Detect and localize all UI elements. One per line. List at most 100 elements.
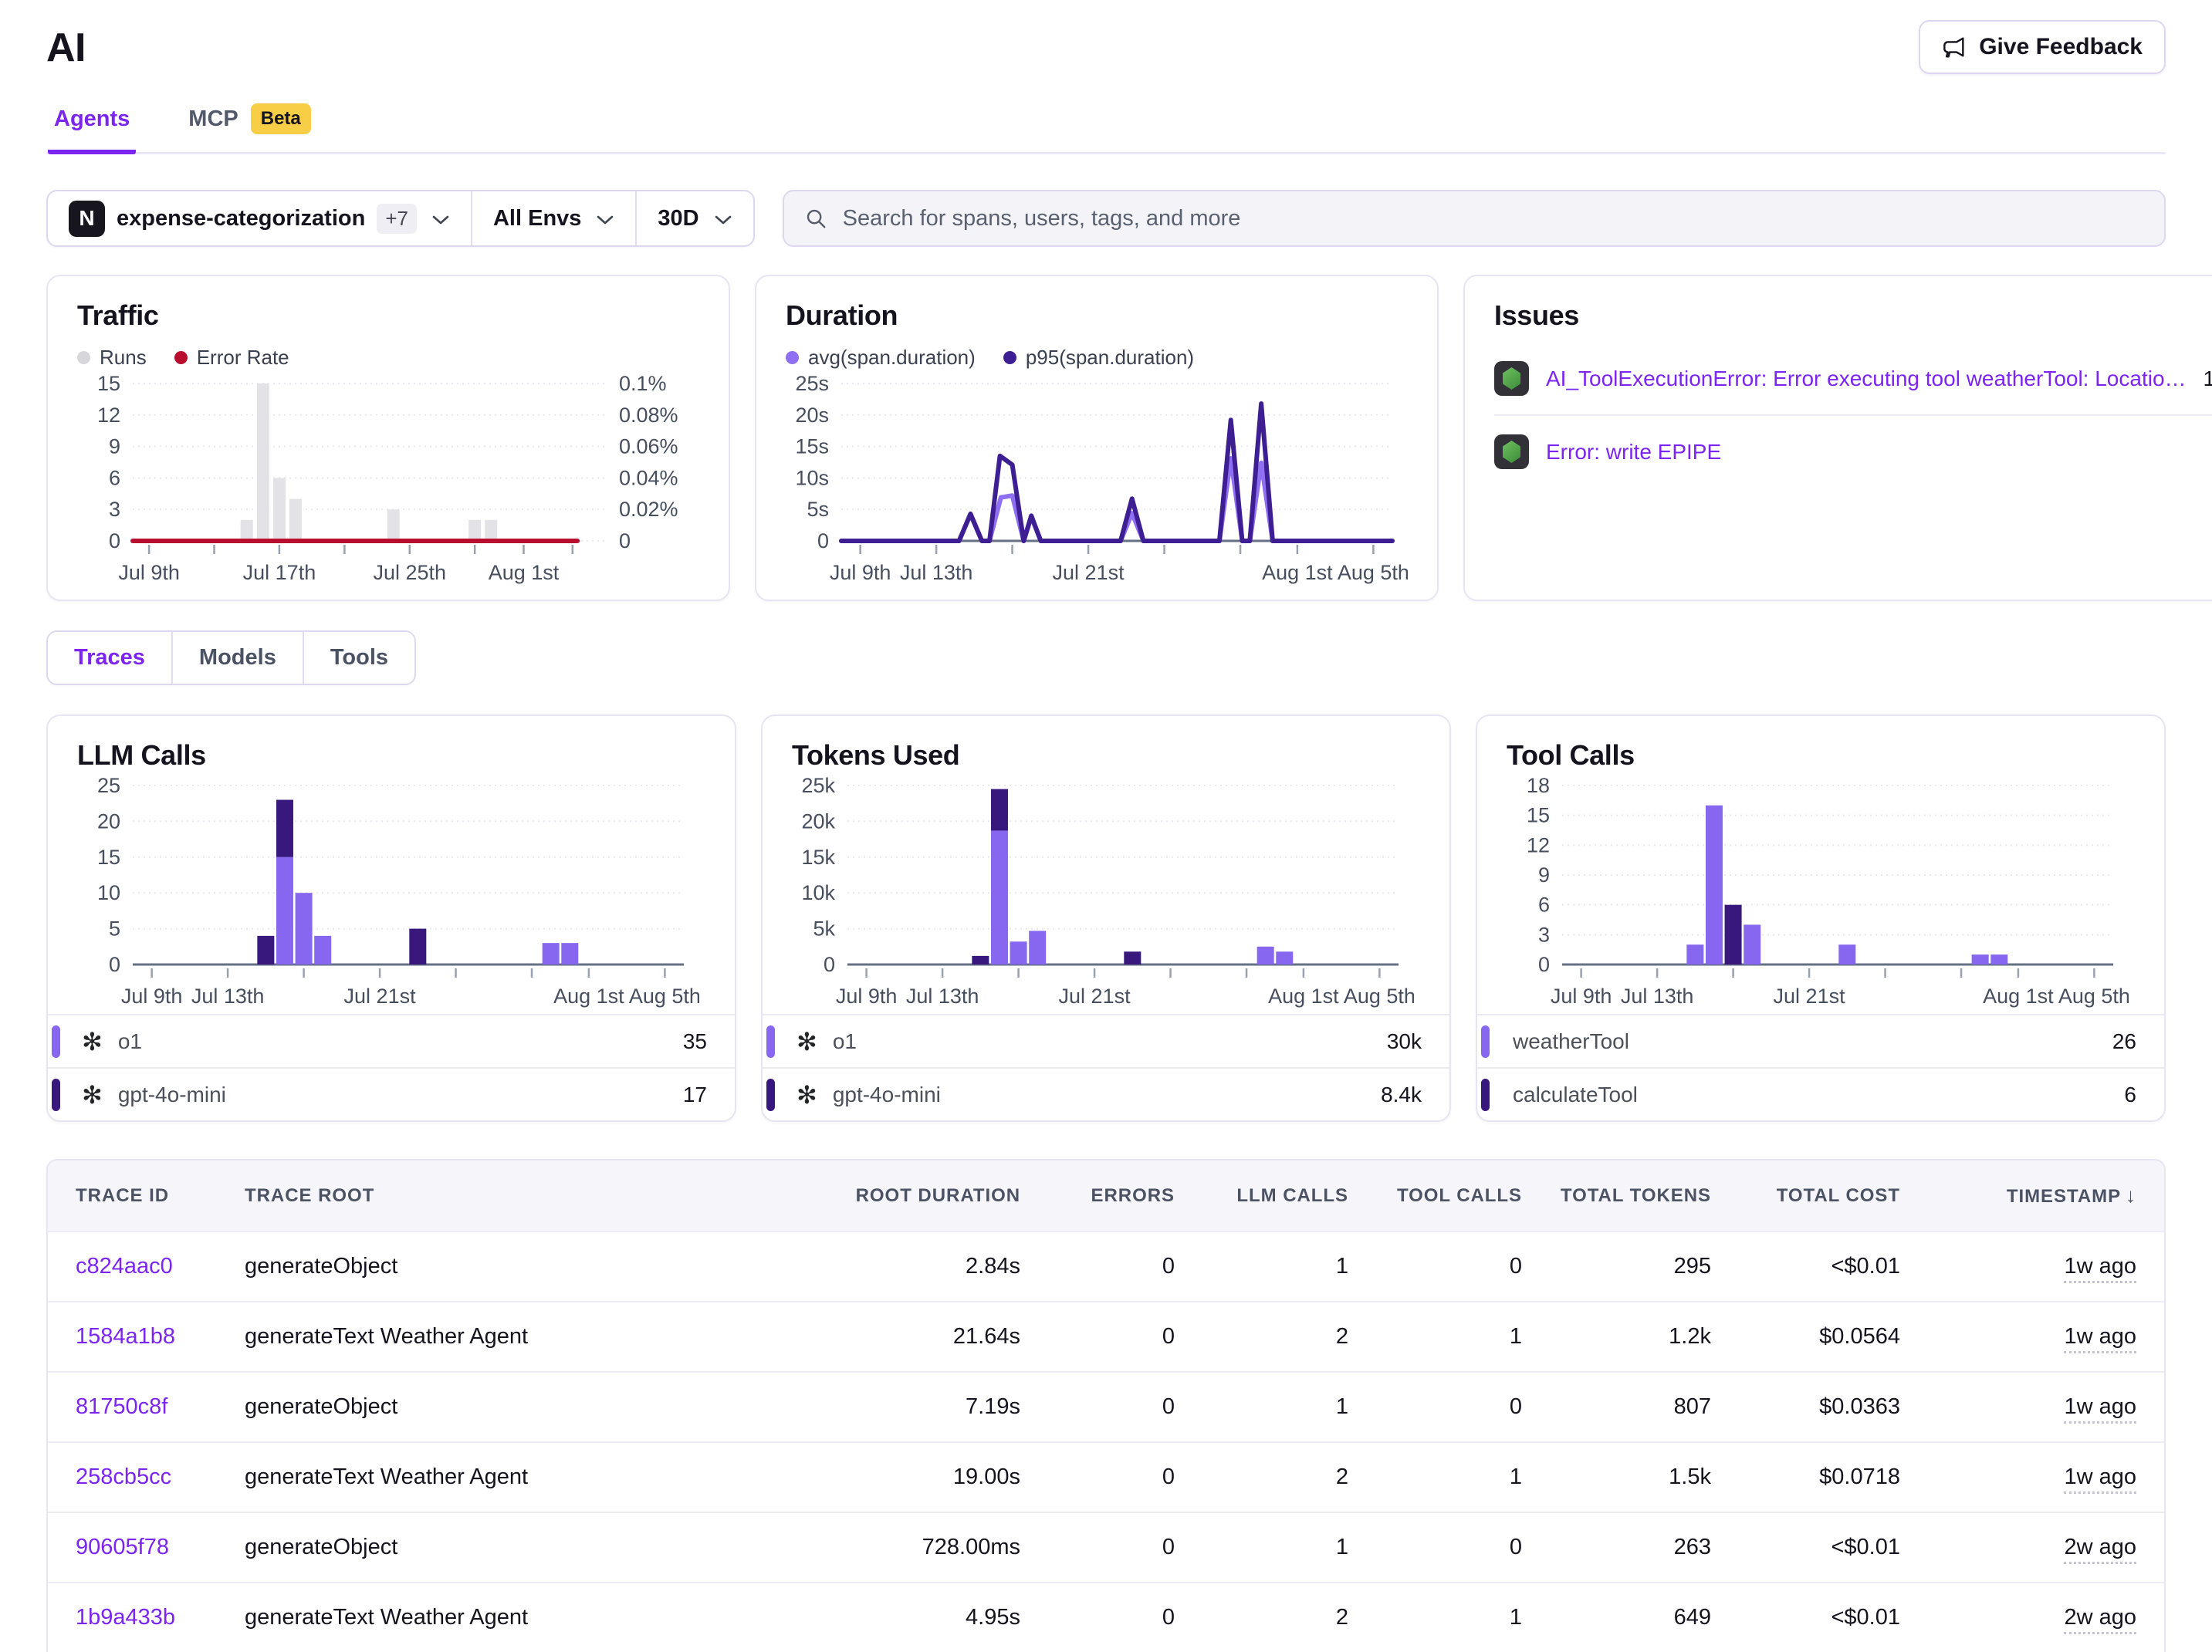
search-bar[interactable]	[783, 190, 2166, 247]
legend-row-o1[interactable]: ✻ o1 30k	[763, 1014, 1449, 1067]
legend-row-gpt-4o-mini[interactable]: ✻ gpt-4o-mini 8.4k	[763, 1067, 1449, 1120]
tool-calls-cell: 0	[1348, 1231, 1522, 1302]
legend-item-avg-duration: avg(span.duration)	[786, 346, 976, 370]
svg-text:9: 9	[109, 435, 120, 458]
env-filter-dropdown[interactable]: All Envs	[471, 191, 635, 245]
svg-text:Jul 21st: Jul 21st	[344, 985, 417, 1008]
give-feedback-button[interactable]: Give Feedback	[1919, 20, 2166, 74]
trace-id-link[interactable]: 81750c8f	[76, 1394, 167, 1419]
timestamp-link[interactable]: 1w ago	[2064, 1324, 2136, 1353]
issue-row[interactable]: Error: write EPIPE 1	[1494, 416, 2212, 488]
model-name: gpt-4o-mini	[833, 1083, 1381, 1107]
table-row[interactable]: 81750c8f generateObject 7.19s 0 1 0 807 …	[48, 1372, 2164, 1442]
root-duration-cell: 4.95s	[739, 1583, 1020, 1652]
issues-card: Issues AI_ToolExecutionError: Error exec…	[1463, 275, 2212, 601]
date-range-dropdown[interactable]: 30D	[635, 191, 753, 245]
svg-text:6: 6	[109, 466, 120, 489]
col-trace-id[interactable]: TRACE ID	[48, 1160, 245, 1231]
svg-text:3: 3	[109, 498, 120, 521]
timestamp-link[interactable]: 1w ago	[2064, 1465, 2136, 1494]
col-total-tokens[interactable]: TOTAL TOKENS	[1522, 1160, 1711, 1231]
tab-models[interactable]: Models	[171, 632, 303, 684]
tokens-used-title: Tokens Used	[792, 739, 1420, 772]
tab-mcp[interactable]: MCP Beta	[182, 103, 316, 154]
trace-id-link[interactable]: 90605f78	[76, 1535, 169, 1559]
trace-id-link[interactable]: 258cb5cc	[76, 1465, 171, 1489]
svg-text:0: 0	[109, 953, 120, 976]
legend-row-weathertool[interactable]: weatherTool 26	[1477, 1014, 2164, 1067]
timestamp-link[interactable]: 1w ago	[2064, 1254, 2136, 1283]
col-errors[interactable]: ERRORS	[1020, 1160, 1175, 1231]
root-duration-cell: 2.84s	[739, 1231, 1020, 1302]
traffic-card: Traffic Runs Error Rate 150.1%120.08%90.…	[46, 275, 730, 601]
project-filter-dropdown[interactable]: N expense-categorization +7	[48, 191, 471, 245]
issue-row[interactable]: AI_ToolExecutionError: Error executing t…	[1494, 343, 2212, 416]
svg-text:Jul 21st: Jul 21st	[1059, 985, 1131, 1008]
svg-text:0.06%: 0.06%	[619, 435, 678, 458]
legend-item-error-rate: Error Rate	[174, 346, 289, 370]
series-color-chip	[52, 1025, 60, 1058]
legend-row-o1[interactable]: ✻ o1 35	[48, 1014, 735, 1067]
search-input[interactable]	[841, 205, 2144, 232]
col-timestamp[interactable]: TIMESTAMP↓	[1900, 1160, 2164, 1231]
svg-text:18: 18	[1527, 776, 1550, 797]
svg-text:10s: 10s	[795, 466, 829, 489]
table-row[interactable]: c824aac0 generateObject 2.84s 0 1 0 295 …	[48, 1231, 2164, 1302]
table-row[interactable]: 1b9a433b generateText Weather Agent 4.95…	[48, 1583, 2164, 1652]
trace-id-link[interactable]: c824aac0	[76, 1254, 173, 1279]
col-trace-root[interactable]: TRACE ROOT	[245, 1160, 739, 1231]
svg-text:15s: 15s	[795, 435, 829, 458]
timestamp-link[interactable]: 2w ago	[2064, 1535, 2136, 1564]
svg-text:Aug 5th: Aug 5th	[1344, 985, 1414, 1008]
top-bar: AI Give Feedback	[46, 20, 2166, 74]
col-tool-calls[interactable]: TOOL CALLS	[1348, 1160, 1522, 1231]
legend-row-calculatetool[interactable]: calculateTool 6	[1477, 1067, 2164, 1120]
traffic-legend: Runs Error Rate	[77, 346, 699, 370]
total-cost-cell: $0.0718	[1711, 1442, 1900, 1512]
svg-text:Jul 9th: Jul 9th	[121, 985, 183, 1008]
tool-count: 6	[2124, 1083, 2136, 1107]
tab-agents[interactable]: Agents	[48, 103, 136, 154]
svg-text:10k: 10k	[801, 881, 835, 904]
legend-row-gpt-4o-mini[interactable]: ✻ gpt-4o-mini 17	[48, 1067, 735, 1120]
duration-chart: 25s20s15s10s5s0Jul 9thJul 13thJul 21stAu…	[786, 374, 1408, 584]
svg-text:20s: 20s	[795, 404, 829, 427]
svg-text:Jul 9th: Jul 9th	[1551, 985, 1612, 1008]
beta-badge: Beta	[251, 103, 311, 134]
table-row[interactable]: 258cb5cc generateText Weather Agent 19.0…	[48, 1442, 2164, 1512]
total-tokens-cell: 263	[1522, 1512, 1711, 1583]
errors-cell: 0	[1020, 1512, 1175, 1583]
table-row[interactable]: 1584a1b8 generateText Weather Agent 21.6…	[48, 1302, 2164, 1372]
tab-traces[interactable]: Traces	[48, 632, 171, 684]
table-row[interactable]: 90605f78 generateObject 728.00ms 0 1 0 2…	[48, 1512, 2164, 1583]
svg-text:0.08%: 0.08%	[619, 404, 678, 427]
tab-tools[interactable]: Tools	[303, 632, 414, 684]
tool-count: 26	[2112, 1029, 2136, 1054]
errors-cell: 0	[1020, 1231, 1175, 1302]
model-tokens: 8.4k	[1381, 1083, 1422, 1107]
col-total-cost[interactable]: TOTAL COST	[1711, 1160, 1900, 1231]
issue-link[interactable]: Error: write EPIPE	[1546, 440, 2198, 465]
svg-text:Aug 1st: Aug 1st	[1983, 985, 2054, 1008]
svg-text:Jul 25th: Jul 25th	[373, 561, 446, 584]
issue-icon	[1494, 361, 1529, 396]
series-color-chip	[52, 1079, 60, 1111]
issue-link[interactable]: AI_ToolExecutionError: Error executing t…	[1546, 367, 2187, 391]
trace-id-link[interactable]: 1584a1b8	[76, 1324, 175, 1349]
timestamp-link[interactable]: 1w ago	[2064, 1394, 2136, 1424]
col-root-duration[interactable]: ROOT DURATION	[739, 1160, 1020, 1231]
trace-root-cell: generateText Weather Agent	[245, 1583, 739, 1652]
legend-item-p95-duration: p95(span.duration)	[1003, 346, 1194, 370]
svg-text:Jul 21st: Jul 21st	[1053, 561, 1125, 584]
main-tabs: Agents MCP Beta	[46, 103, 2166, 154]
trace-id-link[interactable]: 1b9a433b	[76, 1605, 175, 1630]
svg-text:0.02%: 0.02%	[619, 498, 678, 521]
filter-group: N expense-categorization +7 All Envs 30D	[46, 190, 755, 247]
svg-text:0: 0	[824, 953, 835, 976]
llm-calls-cell: 1	[1175, 1231, 1348, 1302]
timestamp-link[interactable]: 2w ago	[2064, 1605, 2136, 1634]
usage-cards: LLM Calls 2520151050Jul 9thJul 13thJul 2…	[46, 715, 2166, 1122]
root-duration-cell: 19.00s	[739, 1442, 1020, 1512]
col-llm-calls[interactable]: LLM CALLS	[1175, 1160, 1348, 1231]
svg-text:Jul 9th: Jul 9th	[836, 985, 898, 1008]
